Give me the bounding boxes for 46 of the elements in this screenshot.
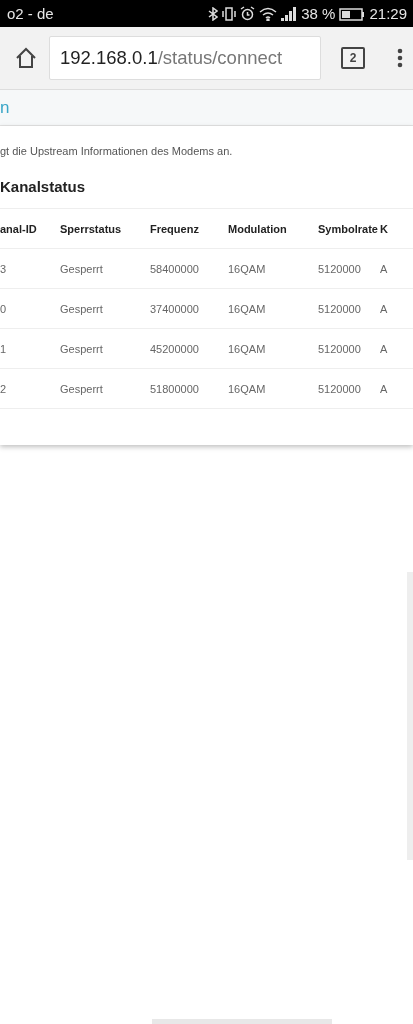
battery-percent: 38 % bbox=[301, 5, 336, 22]
menu-icon[interactable] bbox=[397, 48, 403, 68]
column-header: Symbolrate bbox=[318, 222, 379, 235]
table-cell-text: A bbox=[380, 302, 389, 315]
table-cell-text: Gesperrt bbox=[60, 382, 104, 395]
table-cell-text: 16QAM bbox=[228, 262, 267, 275]
carrier-name: o2 - de bbox=[7, 5, 55, 22]
table-cell-text: 2 bbox=[0, 382, 8, 395]
clock-time: 21:29 bbox=[369, 5, 407, 22]
table-cell-text: 37400000 bbox=[150, 302, 200, 315]
table-cell-text: 5120000 bbox=[318, 262, 362, 275]
table-cell-text: Gesperrt bbox=[60, 342, 104, 355]
battery-icon bbox=[339, 6, 366, 21]
table-cell-text: 5120000 bbox=[318, 382, 362, 395]
column-header: Sperrstatus bbox=[60, 222, 123, 235]
table-cell-text: 58400000 bbox=[150, 262, 200, 275]
home-icon[interactable] bbox=[15, 47, 37, 69]
table-cell-text: 5120000 bbox=[318, 342, 362, 355]
tab-count-button[interactable]: 2 bbox=[341, 47, 365, 69]
column-header: anal-ID bbox=[0, 222, 38, 235]
table-cell-text: 45200000 bbox=[150, 342, 200, 355]
signal-icon bbox=[281, 6, 298, 21]
table-cell-text: 16QAM bbox=[228, 302, 267, 315]
table-cell-text: 5120000 bbox=[318, 302, 362, 315]
table-cell-text: 16QAM bbox=[228, 382, 267, 395]
bluetooth-icon bbox=[208, 6, 219, 21]
table-cell-text: Gesperrt bbox=[60, 302, 104, 315]
table-cell-text: 16QAM bbox=[228, 342, 267, 355]
table-cell-text: A bbox=[380, 342, 389, 355]
column-header: Modulation bbox=[228, 222, 288, 235]
address-bar[interactable]: 192.168.0.1/status/connect bbox=[49, 36, 321, 80]
table-cell-text: 1 bbox=[0, 342, 8, 355]
vibrate-icon bbox=[222, 6, 237, 21]
table-cell-text: A bbox=[380, 262, 389, 275]
description-text: gt die Upstream Informationen des Modems an. bbox=[0, 144, 234, 157]
section-heading: Kanalstatus bbox=[0, 177, 87, 195]
column-header: K bbox=[380, 222, 389, 235]
column-header: Frequenz bbox=[150, 222, 200, 235]
table-cell-text: 3 bbox=[0, 262, 8, 275]
table-cell-text: A bbox=[380, 382, 389, 395]
table-cell-text: 0 bbox=[0, 302, 8, 315]
table-cell-text: 51800000 bbox=[150, 382, 200, 395]
page-title: n bbox=[0, 97, 10, 118]
table-cell-text: Gesperrt bbox=[60, 262, 104, 275]
alarm-icon bbox=[240, 6, 256, 21]
wifi-icon bbox=[259, 6, 278, 21]
